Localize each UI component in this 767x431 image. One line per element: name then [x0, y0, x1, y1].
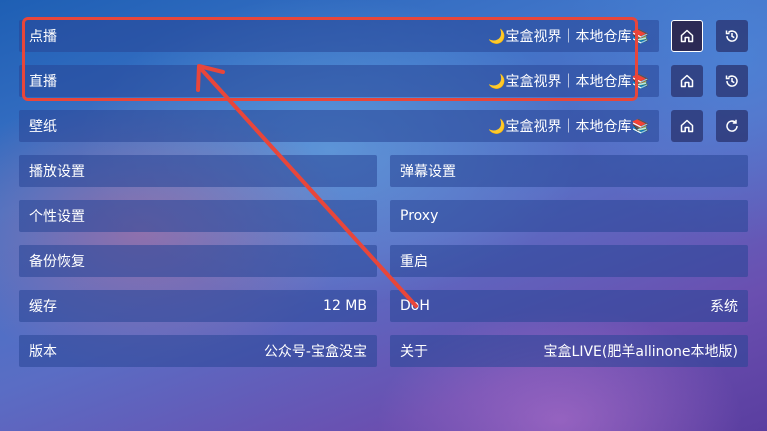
danmaku-settings-item[interactable]: 弹幕设置 [390, 155, 748, 187]
item-label: Proxy [400, 208, 439, 224]
item-label: 弹幕设置 [400, 164, 456, 180]
row-label: 直播 [29, 74, 57, 90]
item-label: 版本 [29, 344, 57, 360]
item-label: 备份恢复 [29, 254, 85, 270]
about-value: 宝盒LIVE(肥羊allinone本地版) [543, 344, 738, 360]
item-label: DoH [400, 298, 430, 314]
row-value: 🌙宝盒视界｜本地仓库📚 [488, 29, 649, 45]
cache-item[interactable]: 缓存 12 MB [19, 290, 377, 322]
row-value: 🌙宝盒视界｜本地仓库📚 [488, 119, 649, 135]
home-icon [680, 119, 694, 133]
item-label: 关于 [400, 344, 428, 360]
doh-value: 系统 [710, 299, 738, 315]
cache-size-value: 12 MB [323, 298, 367, 314]
row-label: 壁纸 [29, 119, 57, 135]
history-button[interactable] [716, 20, 748, 52]
history-button[interactable] [716, 65, 748, 97]
row-value: 🌙宝盒视界｜本地仓库📚 [488, 74, 649, 90]
restart-item[interactable]: 重启 [390, 245, 748, 277]
doh-item[interactable]: DoH 系统 [390, 290, 748, 322]
item-label: 个性设置 [29, 209, 85, 225]
source-row-live[interactable]: 直播 🌙宝盒视界｜本地仓库📚 [19, 65, 659, 97]
row-label: 点播 [29, 29, 57, 45]
history-icon [725, 30, 738, 42]
home-icon [680, 74, 694, 88]
refresh-button[interactable] [716, 110, 748, 142]
home-button[interactable] [671, 20, 703, 52]
history-icon [725, 75, 738, 87]
personalize-item[interactable]: 个性设置 [19, 200, 377, 232]
backup-restore-item[interactable]: 备份恢复 [19, 245, 377, 277]
proxy-item[interactable]: Proxy [390, 200, 748, 232]
version-item[interactable]: 版本 公众号-宝盒没宝 [19, 335, 377, 367]
about-item[interactable]: 关于 宝盒LIVE(肥羊allinone本地版) [390, 335, 748, 367]
home-button[interactable] [671, 110, 703, 142]
source-row-wallpaper[interactable]: 壁纸 🌙宝盒视界｜本地仓库📚 [19, 110, 659, 142]
play-settings-item[interactable]: 播放设置 [19, 155, 377, 187]
item-label: 播放设置 [29, 164, 85, 180]
version-value: 公众号-宝盒没宝 [263, 344, 367, 360]
home-button[interactable] [671, 65, 703, 97]
home-icon [680, 29, 694, 43]
refresh-icon [726, 119, 738, 132]
item-label: 缓存 [29, 299, 57, 315]
item-label: 重启 [400, 254, 428, 270]
source-row-vod[interactable]: 点播 🌙宝盒视界｜本地仓库📚 [19, 20, 659, 52]
